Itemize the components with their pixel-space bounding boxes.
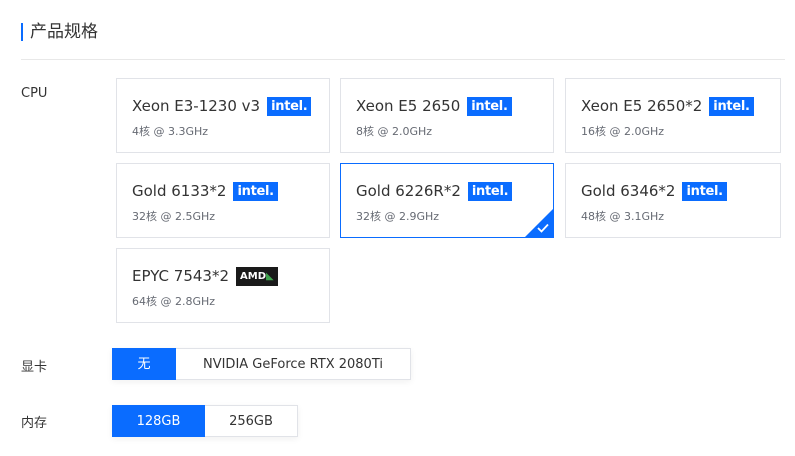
intel-logo-icon: intel.	[233, 181, 278, 201]
gpu-option-rtx-2080ti[interactable]: NVIDIA GeForce RTX 2080Ti	[176, 348, 411, 380]
memory-selector: 128GB 256GB	[112, 405, 298, 437]
checkmark-icon	[537, 223, 549, 233]
section-title: 产品规格	[30, 22, 98, 42]
intel-logo-icon: intel.	[682, 181, 727, 201]
cpu-option-xeon-e5-2650[interactable]: Xeon E5 2650 intel. 8核 @ 2.0GHz	[340, 78, 554, 153]
cpu-name: Gold 6133*2	[132, 182, 227, 200]
cpu-name: Gold 6226R*2	[356, 182, 461, 200]
gpu-label: 显卡	[21, 360, 48, 375]
section-header: 产品规格	[21, 22, 98, 42]
cpu-name: Xeon E3-1230 v3	[132, 97, 261, 115]
section-divider	[21, 59, 785, 60]
memory-option-256gb[interactable]: 256GB	[205, 405, 298, 437]
intel-logo-icon: intel.	[267, 96, 312, 116]
memory-option-128gb[interactable]: 128GB	[112, 405, 205, 437]
cpu-name: Gold 6346*2	[581, 182, 676, 200]
cpu-option-xeon-e5-2650x2[interactable]: Xeon E5 2650*2 intel. 16核 @ 2.0GHz	[565, 78, 781, 153]
cpu-name: Xeon E5 2650	[356, 97, 461, 115]
cpu-spec: 32核 @ 2.5GHz	[132, 210, 216, 223]
cpu-option-epyc-7543x2[interactable]: EPYC 7543*2 AMD◣ 64核 @ 2.8GHz	[116, 248, 330, 323]
intel-logo-icon: intel.	[467, 181, 513, 201]
cpu-spec: 4核 @ 3.3GHz	[132, 125, 209, 138]
amd-logo-icon: AMD◣	[236, 266, 278, 286]
cpu-options-grid: Xeon E3-1230 v3 intel. 4核 @ 3.3GHz Xeon …	[116, 78, 781, 325]
cpu-spec: 48核 @ 3.1GHz	[581, 210, 665, 223]
gpu-selector: 无 NVIDIA GeForce RTX 2080Ti	[112, 348, 411, 380]
cpu-option-gold-6226rx2[interactable]: Gold 6226R*2 intel. 32核 @ 2.9GHz	[340, 163, 554, 238]
intel-logo-icon: intel.	[709, 96, 754, 116]
memory-label: 内存	[21, 416, 48, 431]
gpu-option-none[interactable]: 无	[112, 348, 176, 380]
section-accent-bar	[21, 23, 23, 41]
cpu-option-xeon-e3-1230-v3[interactable]: Xeon E3-1230 v3 intel. 4核 @ 3.3GHz	[116, 78, 330, 153]
cpu-name: EPYC 7543*2	[132, 267, 229, 285]
cpu-label: CPU	[21, 86, 48, 101]
cpu-spec: 16核 @ 2.0GHz	[581, 125, 665, 138]
cpu-spec: 64核 @ 2.8GHz	[132, 295, 216, 308]
cpu-option-gold-6346x2[interactable]: Gold 6346*2 intel. 48核 @ 3.1GHz	[565, 163, 781, 238]
cpu-spec: 32核 @ 2.9GHz	[356, 210, 440, 223]
cpu-spec: 8核 @ 2.0GHz	[356, 125, 433, 138]
cpu-option-gold-6133x2[interactable]: Gold 6133*2 intel. 32核 @ 2.5GHz	[116, 163, 330, 238]
cpu-name: Xeon E5 2650*2	[581, 97, 703, 115]
intel-logo-icon: intel.	[467, 96, 512, 116]
